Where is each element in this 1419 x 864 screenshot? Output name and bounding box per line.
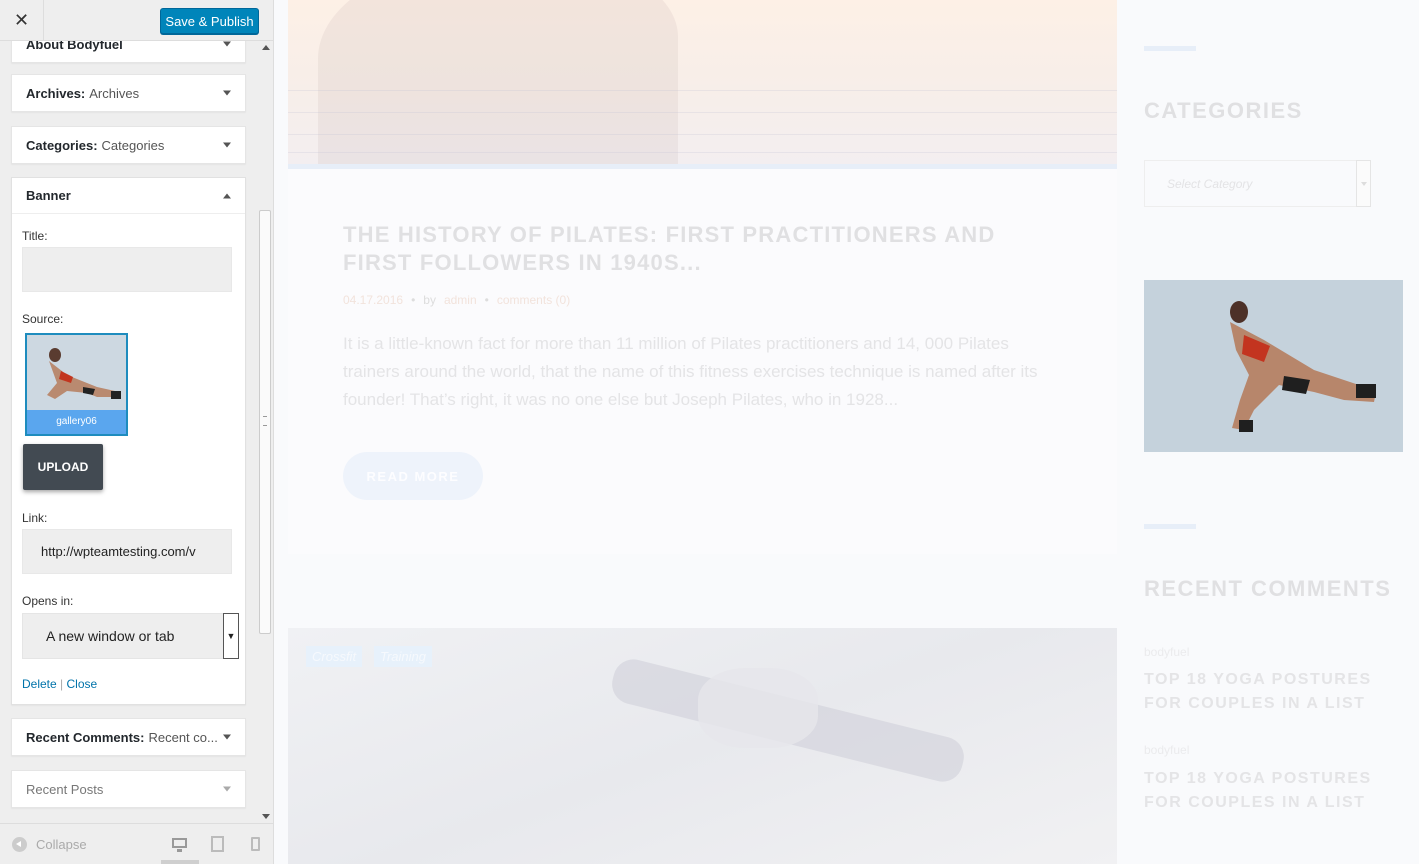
chevron-down-icon[interactable]: ▼ bbox=[223, 613, 239, 659]
chevron-up-icon[interactable] bbox=[223, 193, 231, 198]
site-preview: THE HISTORY OF PILATES: FIRST PRACTITION… bbox=[274, 0, 1419, 864]
chevron-down-icon[interactable] bbox=[223, 41, 231, 47]
source-image-thumbnail[interactable]: gallery06 bbox=[25, 333, 128, 436]
widget-title: Categories: bbox=[26, 137, 98, 153]
widget-categories[interactable]: Categories: Categories bbox=[11, 126, 246, 164]
chevron-down-icon[interactable] bbox=[223, 734, 231, 740]
post-featured-image[interactable] bbox=[288, 0, 1117, 164]
widget-subtitle: Archives bbox=[89, 85, 140, 101]
image-caption: gallery06 bbox=[27, 410, 126, 434]
chevron-down-icon[interactable] bbox=[223, 90, 231, 96]
by-label: by bbox=[423, 293, 436, 307]
category-select[interactable]: Select Category bbox=[1144, 160, 1371, 207]
save-publish-button[interactable]: Save & Publish bbox=[160, 8, 259, 34]
collapse-button[interactable]: Collapse bbox=[12, 837, 87, 852]
chevron-down-icon[interactable] bbox=[223, 786, 231, 792]
categories-heading: CATEGORIES bbox=[1144, 98, 1303, 123]
comment-author[interactable]: bodyfuel bbox=[1144, 645, 1189, 659]
banner-widget-header[interactable]: Banner bbox=[12, 178, 245, 214]
title-label: Title: bbox=[22, 229, 48, 243]
comment-post-title[interactable]: TOP 18 YOGA POSTURES FOR COUPLES IN A LI… bbox=[1144, 668, 1384, 716]
scroll-up-icon[interactable] bbox=[262, 45, 270, 50]
post-featured-image-2[interactable]: Crossfit Training bbox=[288, 628, 1117, 864]
close-link[interactable]: Close bbox=[67, 677, 98, 691]
comment-post-title[interactable]: TOP 18 YOGA POSTURES FOR COUPLES IN A LI… bbox=[1144, 767, 1384, 815]
widget-about-bodyfuel[interactable]: About Bodyfuel bbox=[11, 41, 246, 63]
widget-subtitle: Recent co... bbox=[148, 729, 218, 745]
mobile-icon[interactable] bbox=[247, 834, 267, 856]
chevron-down-icon[interactable] bbox=[1356, 160, 1371, 207]
tag-crossfit[interactable]: Crossfit bbox=[306, 646, 363, 667]
hand-shape bbox=[698, 668, 818, 748]
chevron-down-icon[interactable] bbox=[223, 142, 231, 148]
panel-footer: Collapse bbox=[0, 823, 273, 864]
opens-in-select[interactable]: A new window or tab ▼ bbox=[22, 613, 239, 659]
title-input[interactable] bbox=[22, 247, 232, 292]
banner-image[interactable] bbox=[1144, 280, 1403, 452]
post-excerpt: It is a little-known fact for more than … bbox=[343, 334, 1038, 409]
meta-dot: • bbox=[411, 293, 416, 307]
delete-link[interactable]: Delete bbox=[22, 677, 57, 691]
widget-actions: Delete | Close bbox=[22, 677, 97, 691]
widget-list: About Bodyfuel Archives: Archives Catego… bbox=[0, 41, 257, 821]
widget-title: Banner bbox=[26, 188, 71, 203]
source-label: Source: bbox=[22, 312, 64, 326]
widget-subtitle: Categories bbox=[101, 137, 165, 153]
meta-dot: • bbox=[484, 293, 489, 307]
post-comments[interactable]: comments (0) bbox=[497, 293, 570, 307]
desktop-icon[interactable] bbox=[161, 834, 199, 864]
tablet-icon[interactable] bbox=[208, 834, 228, 856]
widget-banner: Banner Title: Source: gallery06 UPLOAD L… bbox=[11, 177, 246, 705]
heading-rule bbox=[1144, 524, 1196, 529]
widget-recent-posts[interactable]: Recent Posts bbox=[11, 770, 246, 808]
upload-button[interactable]: UPLOAD bbox=[23, 444, 103, 490]
heading-rule bbox=[1144, 46, 1196, 51]
link-label: Link: bbox=[22, 511, 48, 525]
runner-image bbox=[27, 335, 126, 415]
widget-archives[interactable]: Archives: Archives bbox=[11, 74, 246, 112]
category-select-placeholder: Select Category bbox=[1167, 176, 1253, 191]
panel-scrollbar[interactable] bbox=[258, 41, 273, 823]
comment-author[interactable]: bodyfuel bbox=[1144, 743, 1189, 757]
post-author[interactable]: admin bbox=[444, 293, 477, 307]
opens-in-value: A new window or tab bbox=[46, 628, 175, 644]
collapse-icon bbox=[12, 837, 27, 852]
collapse-label: Collapse bbox=[36, 837, 87, 852]
customizer-panel: ✕ Save & Publish About Bodyfuel Archives… bbox=[0, 0, 274, 864]
tag-training[interactable]: Training bbox=[374, 646, 433, 667]
post-card: THE HISTORY OF PILATES: FIRST PRACTITION… bbox=[288, 169, 1117, 554]
widget-title: About Bodyfuel bbox=[26, 41, 123, 52]
separator: | bbox=[60, 677, 64, 691]
widget-title: Recent Posts bbox=[26, 781, 104, 797]
recent-comments-heading: RECENT COMMENTS bbox=[1144, 576, 1392, 601]
yoga-figure bbox=[318, 0, 678, 164]
opens-in-label: Opens in: bbox=[22, 594, 74, 608]
post-date[interactable]: 04.17.2016 bbox=[343, 293, 403, 307]
widget-title: Archives: bbox=[26, 85, 86, 101]
widget-recent-comments[interactable]: Recent Comments: Recent co... bbox=[11, 718, 246, 756]
grip-icon bbox=[263, 416, 267, 426]
panel-header: ✕ Save & Publish bbox=[0, 0, 273, 41]
link-input[interactable]: http://wpteamtesting.com/v bbox=[22, 529, 232, 574]
scrollbar-thumb[interactable] bbox=[259, 210, 271, 634]
post-title[interactable]: THE HISTORY OF PILATES: FIRST PRACTITION… bbox=[343, 221, 1033, 277]
post-meta: 04.17.2016 • by admin • comments (0) bbox=[343, 293, 570, 307]
read-more-button[interactable]: READ MORE bbox=[343, 452, 483, 500]
close-icon[interactable]: ✕ bbox=[0, 0, 44, 41]
runner-image bbox=[1144, 280, 1403, 452]
scroll-down-icon[interactable] bbox=[262, 814, 270, 819]
widget-title: Recent Comments: bbox=[26, 729, 145, 745]
